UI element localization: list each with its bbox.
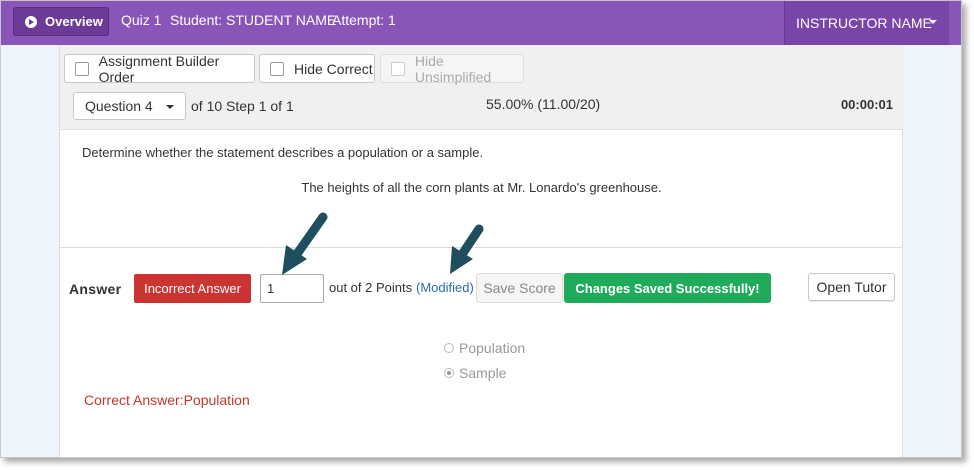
app-window: Overview Quiz 1 Student: STUDENT NAME At… (0, 0, 962, 458)
question-select-value: Question 4 (85, 98, 153, 114)
option-population[interactable]: Population (444, 340, 525, 356)
step-indicator: of 10 Step 1 of 1 (191, 98, 294, 114)
caret-down-icon (929, 20, 937, 24)
instructor-menu[interactable]: INSTRUCTOR NAME (784, 1, 949, 45)
overview-label: Overview (45, 14, 103, 29)
hide-correct-label: Hide Correct (294, 60, 373, 77)
question-prompt: Determine whether the statement describe… (82, 145, 484, 160)
assignment-builder-order-label: Assignment Builder Order (98, 52, 220, 85)
play-circle-icon (25, 15, 37, 28)
save-score-button[interactable]: Save Score (476, 273, 563, 303)
saved-success-badge: Changes Saved Successfully! (564, 273, 771, 303)
question-select[interactable]: Question 4 (73, 92, 186, 120)
checkbox-icon (391, 61, 405, 76)
timer: 00:00:01 (840, 97, 893, 112)
score-summary: 55.00% (11.00/20) (486, 96, 601, 112)
hide-unsimplified-label: Hide Unsimplified (414, 52, 492, 85)
points-out-of: out of 2 Points (329, 280, 413, 295)
modified-link[interactable]: (Modified) (416, 280, 474, 295)
instructor-name: INSTRUCTOR NAME (796, 15, 932, 31)
open-tutor-button[interactable]: Open Tutor (808, 273, 895, 301)
points-input[interactable] (260, 274, 324, 303)
radio-icon (444, 343, 454, 353)
option-label: Sample (459, 365, 507, 381)
assignment-builder-order-toggle[interactable]: Assignment Builder Order (64, 52, 255, 85)
divider (60, 247, 903, 248)
checkbox-icon (75, 61, 89, 76)
answer-label: Answer (69, 281, 122, 297)
grading-toolbar: Assignment Builder Order Hide Correct Hi… (60, 45, 903, 130)
option-sample[interactable]: Sample (444, 365, 506, 381)
question-panel: Assignment Builder Order Hide Correct Hi… (59, 45, 903, 457)
question-statement: The heights of all the corn plants at Mr… (301, 180, 662, 195)
caret-down-icon (166, 105, 174, 109)
attempt-number: Attempt: 1 (332, 12, 396, 28)
student-name: Student: STUDENT NAME (170, 12, 337, 28)
quiz-title: Quiz 1 (121, 12, 162, 28)
top-bar: Overview Quiz 1 Student: STUDENT NAME At… (1, 1, 961, 45)
hide-unsimplified-toggle[interactable]: Hide Unsimplified (380, 52, 524, 85)
radio-checked-icon (444, 368, 454, 378)
hide-correct-toggle[interactable]: Hide Correct (259, 54, 375, 83)
checkbox-icon (270, 61, 284, 76)
correct-answer-text: Correct Answer:Population (84, 392, 250, 408)
option-label: Population (459, 340, 526, 356)
incorrect-answer-button[interactable]: Incorrect Answer (134, 274, 251, 303)
overview-button[interactable]: Overview (13, 7, 109, 36)
